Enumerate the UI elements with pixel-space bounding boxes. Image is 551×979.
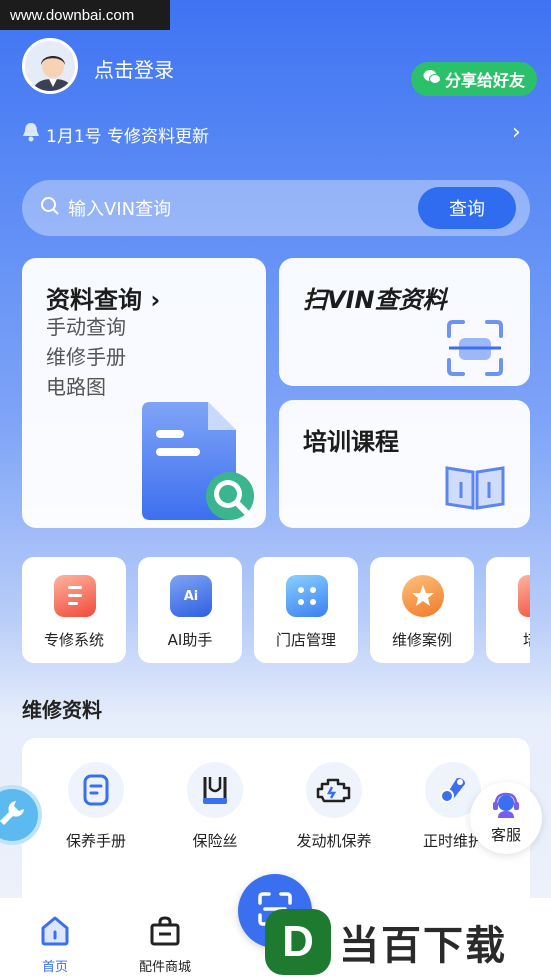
store-icon <box>286 575 328 617</box>
quick-item-ai-assistant[interactable]: Ai AI助手 <box>138 557 242 663</box>
maint-item-engine-maintenance[interactable]: 发动机保养 <box>274 762 394 851</box>
search-input[interactable]: 输入VIN查询 <box>68 195 171 221</box>
quick-label: 培训 <box>486 629 530 650</box>
quick-label: 维修案例 <box>391 631 452 649</box>
data-query-card[interactable]: 资料查询 › 手动查询 维修手册 电路图 <box>22 258 266 528</box>
quick-item-repair-cases[interactable]: 维修案例 <box>370 557 474 663</box>
document-search-icon <box>138 402 262 528</box>
home-icon <box>39 916 71 950</box>
maint-item-maintenance-manual[interactable]: 保养手册 <box>36 762 156 851</box>
tab-parts-mall[interactable]: 配件商城 <box>125 916 205 975</box>
avatar[interactable] <box>22 38 78 94</box>
wechat-icon <box>423 69 441 89</box>
tab-label: 配件商城 <box>138 960 191 975</box>
scan-vin-title: 扫VIN查资料 <box>303 286 447 314</box>
maint-label: 发动机保养 <box>296 832 372 850</box>
headset-icon <box>492 792 520 822</box>
training-icon <box>518 575 530 617</box>
engine-icon <box>306 762 362 818</box>
circuit-diagram-item[interactable]: 电路图 <box>46 372 126 402</box>
training-card[interactable]: 培训课程 <box>279 400 530 528</box>
wrench-icon <box>0 797 28 833</box>
fuse-icon <box>187 762 243 818</box>
tab-home[interactable]: 首页 <box>15 916 95 975</box>
share-label: 分享给好友 <box>444 71 525 90</box>
notice-bar[interactable]: 1月1号 专修资料更新 <box>22 120 532 148</box>
quick-label: AI助手 <box>167 631 213 649</box>
quick-label: 专修系统 <box>43 631 104 649</box>
ai-icon: Ai <box>170 575 212 617</box>
quick-menu-row: 专修系统 Ai AI助手 门店管理 维修案例 培训 <box>22 557 530 663</box>
quick-item-specialty-system[interactable]: 专修系统 <box>22 557 126 663</box>
bell-icon <box>22 122 40 146</box>
maint-item-fuse[interactable]: 保险丝 <box>155 762 275 851</box>
book-icon <box>443 462 507 516</box>
share-to-friend-button[interactable]: 分享给好友 <box>411 62 537 96</box>
maint-label: 保养手册 <box>65 832 126 850</box>
data-query-title: 资料查询 › <box>46 286 161 314</box>
notice-text: 1月1号 专修资料更新 <box>46 126 210 147</box>
scan-frame-icon <box>445 320 505 380</box>
section-title: 维修资料 <box>22 698 102 722</box>
training-title: 培训课程 <box>303 428 399 456</box>
customer-service-button[interactable]: 客服 <box>470 782 542 854</box>
login-link[interactable]: 点击登录 <box>94 54 174 83</box>
search-icon <box>40 196 60 220</box>
search-button[interactable]: 查询 <box>418 187 516 229</box>
quick-item-training[interactable]: 培训 <box>486 557 530 663</box>
doc-stack-icon <box>54 575 96 617</box>
maint-label: 保险丝 <box>192 832 238 850</box>
scan-vin-card[interactable]: 扫VIN查资料 <box>279 258 530 386</box>
data-query-list: 手动查询 维修手册 电路图 <box>46 312 126 402</box>
service-label: 客服 <box>490 825 521 844</box>
quick-item-store-management[interactable]: 门店管理 <box>254 557 358 663</box>
shopping-bag-icon <box>149 916 181 950</box>
watermark-text: 当百下载 <box>339 923 507 969</box>
quick-label: 门店管理 <box>275 631 336 649</box>
repair-manual-item[interactable]: 维修手册 <box>46 342 126 372</box>
tab-label: 首页 <box>41 960 68 975</box>
chevron-right-icon[interactable]: › <box>512 120 521 145</box>
manual-icon <box>68 762 124 818</box>
manual-query-item[interactable]: 手动查询 <box>46 312 126 342</box>
star-icon <box>402 575 444 617</box>
watermark-logo: D 当百下载 <box>265 905 551 979</box>
watermark-url: www.downbai.com <box>0 0 170 30</box>
watermark-d-logo: D <box>265 909 331 975</box>
